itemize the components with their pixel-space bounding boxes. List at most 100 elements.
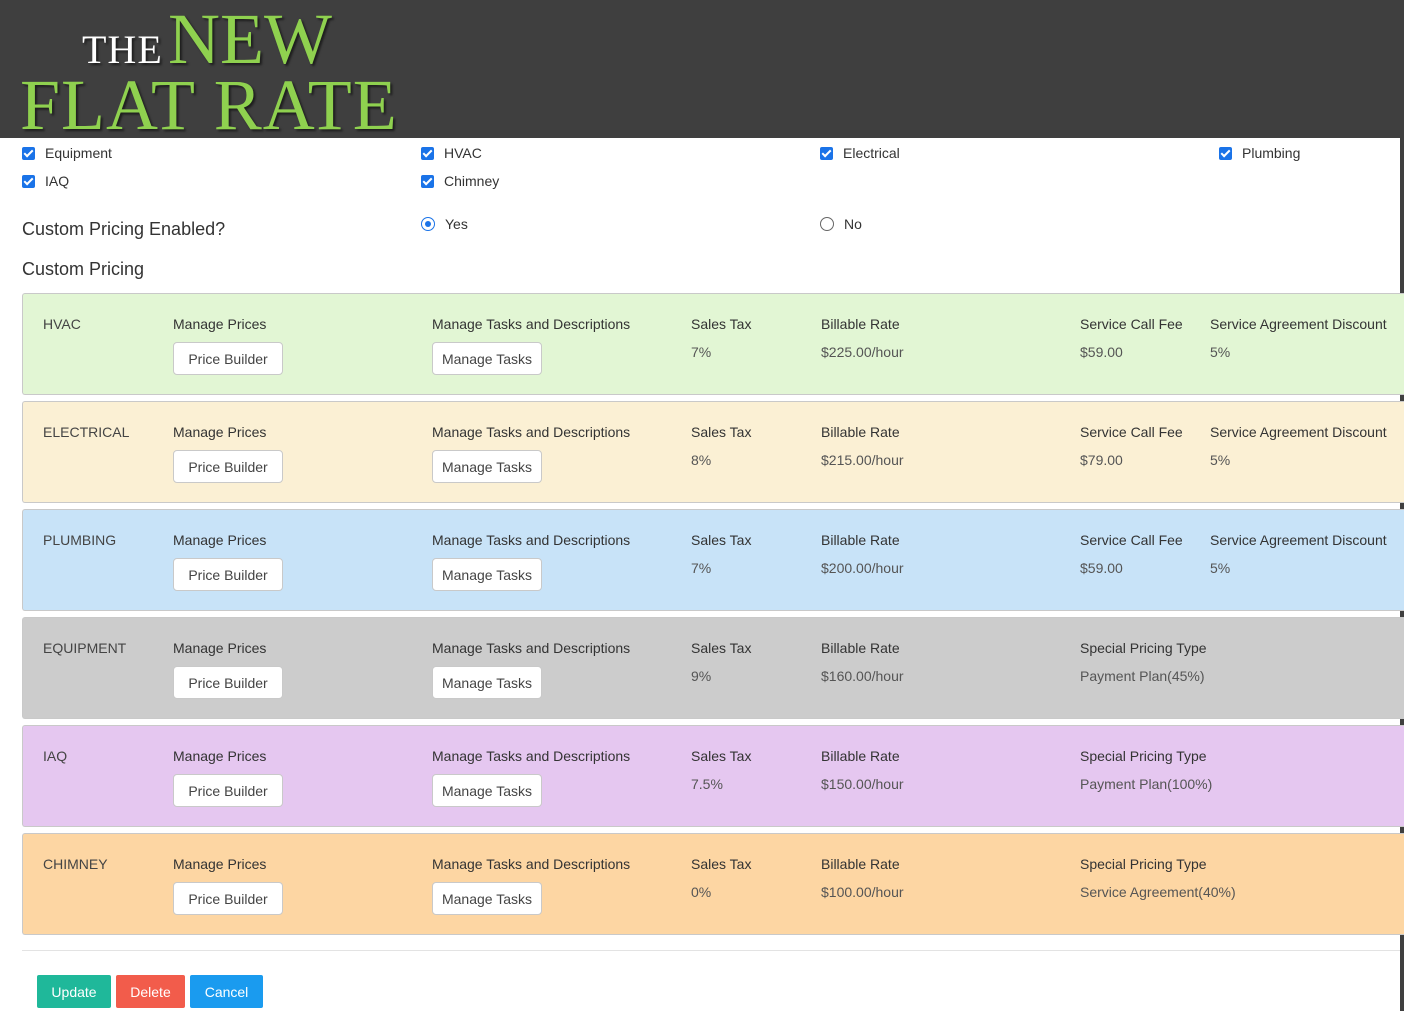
manage-prices-header: Manage Prices — [173, 316, 267, 332]
manage-tasks-button[interactable]: Manage Tasks — [432, 450, 542, 483]
sales-tax-value: 0% — [691, 884, 712, 900]
manage-tasks-header: Manage Tasks and Descriptions — [432, 856, 631, 872]
sales-tax-value: 8% — [691, 452, 712, 468]
checkbox-checked-icon[interactable] — [421, 146, 434, 160]
special-pricing-type-header: Special Pricing Type — [1080, 640, 1207, 656]
checkbox-equipment[interactable]: Equipment — [22, 143, 112, 163]
radio-selected-icon[interactable] — [421, 217, 435, 231]
billable-rate-value: $100.00/hour — [821, 884, 904, 900]
pricing-row-electrical: ELECTRICAL Manage Prices Price Builder M… — [22, 401, 1404, 503]
service-agreement-discount-value: 5% — [1210, 560, 1231, 576]
checkbox-label: IAQ — [45, 173, 70, 189]
checkbox-hvac[interactable]: HVAC — [421, 143, 482, 163]
logo-flat-rate: FLAT RATE — [20, 65, 398, 145]
checkbox-label: Equipment — [45, 145, 112, 161]
billable-rate-header: Billable Rate — [821, 316, 900, 332]
sales-tax-header: Sales Tax — [691, 748, 752, 764]
checkbox-checked-icon[interactable] — [22, 146, 35, 160]
manage-prices-header: Manage Prices — [173, 640, 267, 656]
custom-pricing-title: Custom Pricing — [22, 259, 145, 279]
special-pricing-type-value: Service Agreement(40%) — [1080, 884, 1236, 900]
sales-tax-value: 9% — [691, 668, 712, 684]
pricing-row-chimney: CHIMNEY Manage Prices Price Builder Mana… — [22, 833, 1404, 935]
service-agreement-discount-header: Service Agreement Discount — [1210, 316, 1387, 332]
manage-tasks-button[interactable]: Manage Tasks — [432, 342, 542, 375]
billable-rate-value: $215.00/hour — [821, 452, 904, 468]
radio-no[interactable]: No — [820, 214, 862, 234]
pricing-row-plumbing: PLUMBING Manage Prices Price Builder Man… — [22, 509, 1404, 611]
manage-prices-header: Manage Prices — [173, 748, 267, 764]
checkbox-checked-icon[interactable] — [421, 174, 434, 188]
manage-tasks-button[interactable]: Manage Tasks — [432, 666, 542, 699]
checkbox-label: Electrical — [843, 145, 900, 161]
special-pricing-type-value: Payment Plan(100%) — [1080, 776, 1213, 792]
manage-tasks-header: Manage Tasks and Descriptions — [432, 532, 631, 548]
price-builder-button[interactable]: Price Builder — [173, 450, 283, 483]
price-builder-button[interactable]: Price Builder — [173, 666, 283, 699]
sales-tax-value: 7% — [691, 560, 712, 576]
manage-tasks-header: Manage Tasks and Descriptions — [432, 316, 631, 332]
checkbox-checked-icon[interactable] — [1219, 146, 1232, 160]
row-category: HVAC — [43, 316, 81, 332]
special-pricing-type-header: Special Pricing Type — [1080, 856, 1207, 872]
manage-tasks-button[interactable]: Manage Tasks — [432, 882, 542, 915]
price-builder-button[interactable]: Price Builder — [173, 558, 283, 591]
sales-tax-value: 7.5% — [691, 776, 723, 792]
checkbox-iaq[interactable]: IAQ — [22, 171, 69, 191]
radio-label: Yes — [445, 216, 468, 232]
billable-rate-header: Billable Rate — [821, 748, 900, 764]
service-agreement-discount-header: Service Agreement Discount — [1210, 532, 1387, 548]
radio-unselected-icon[interactable] — [820, 217, 834, 231]
billable-rate-value: $160.00/hour — [821, 668, 904, 684]
row-category: CHIMNEY — [43, 856, 108, 872]
manage-tasks-button[interactable]: Manage Tasks — [432, 774, 542, 807]
special-pricing-type-header: Special Pricing Type — [1080, 748, 1207, 764]
checkbox-label: HVAC — [444, 145, 482, 161]
billable-rate-value: $150.00/hour — [821, 776, 904, 792]
service-agreement-discount-value: 5% — [1210, 344, 1231, 360]
service-call-fee-header: Service Call Fee — [1080, 532, 1183, 548]
custom-pricing-enabled-label: Custom Pricing Enabled? — [22, 219, 226, 239]
service-call-fee-header: Service Call Fee — [1080, 316, 1183, 332]
checkbox-checked-icon[interactable] — [820, 146, 833, 160]
update-button[interactable]: Update — [37, 975, 111, 1008]
sales-tax-value: 7% — [691, 344, 712, 360]
pricing-row-iaq: IAQ Manage Prices Price Builder Manage T… — [22, 725, 1404, 827]
row-category: EQUIPMENT — [43, 640, 127, 656]
sales-tax-header: Sales Tax — [691, 532, 752, 548]
checkbox-chimney[interactable]: Chimney — [421, 171, 499, 191]
manage-prices-header: Manage Prices — [173, 856, 267, 872]
billable-rate-header: Billable Rate — [821, 532, 900, 548]
delete-button[interactable]: Delete — [116, 975, 185, 1008]
manage-prices-header: Manage Prices — [173, 424, 267, 440]
sales-tax-header: Sales Tax — [691, 316, 752, 332]
row-category: PLUMBING — [43, 532, 117, 548]
manage-tasks-button[interactable]: Manage Tasks — [432, 558, 542, 591]
manage-tasks-header: Manage Tasks and Descriptions — [432, 640, 631, 656]
billable-rate-value: $200.00/hour — [821, 560, 904, 576]
price-builder-button[interactable]: Price Builder — [173, 342, 283, 375]
service-agreement-discount-header: Service Agreement Discount — [1210, 424, 1387, 440]
row-category: ELECTRICAL — [43, 424, 130, 440]
pricing-row-hvac: HVAC Manage Prices Price Builder Manage … — [22, 293, 1404, 395]
service-call-fee-value: $59.00 — [1080, 560, 1123, 576]
sales-tax-header: Sales Tax — [691, 856, 752, 872]
billable-rate-value: $225.00/hour — [821, 344, 904, 360]
pricing-row-equipment: EQUIPMENT Manage Prices Price Builder Ma… — [22, 617, 1404, 719]
radio-yes[interactable]: Yes — [421, 214, 468, 234]
checkbox-checked-icon[interactable] — [22, 174, 35, 188]
service-call-fee-value: $59.00 — [1080, 344, 1123, 360]
special-pricing-type-value: Payment Plan(45%) — [1080, 668, 1205, 684]
price-builder-button[interactable]: Price Builder — [173, 882, 283, 915]
form-divider — [22, 950, 1400, 951]
service-call-fee-header: Service Call Fee — [1080, 424, 1183, 440]
cancel-button[interactable]: Cancel — [190, 975, 263, 1008]
checkbox-electrical[interactable]: Electrical — [820, 143, 900, 163]
checkbox-label: Plumbing — [1242, 145, 1301, 161]
price-builder-button[interactable]: Price Builder — [173, 774, 283, 807]
sales-tax-header: Sales Tax — [691, 640, 752, 656]
manage-tasks-header: Manage Tasks and Descriptions — [432, 424, 631, 440]
checkbox-plumbing[interactable]: Plumbing — [1219, 143, 1300, 163]
service-call-fee-value: $79.00 — [1080, 452, 1123, 468]
manage-prices-header: Manage Prices — [173, 532, 267, 548]
